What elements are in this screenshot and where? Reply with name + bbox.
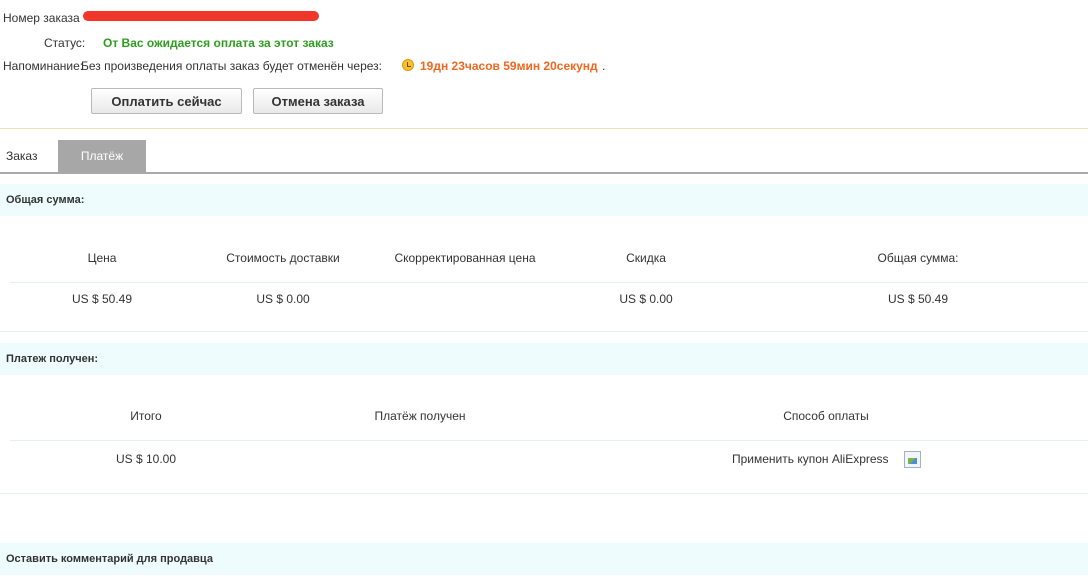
total-row-divider [10, 282, 1088, 283]
total-header-price: Цена [87, 251, 117, 265]
payment-section-title: Платеж получен: [0, 343, 1088, 375]
total-section-bottom [0, 331, 1088, 332]
comment-section-title: Оставить комментарий для продавца [0, 543, 1088, 575]
total-value-shipping: US $ 0.00 [256, 292, 310, 306]
total-value-sum: US $ 50.49 [887, 292, 949, 306]
cancel-order-button[interactable]: Отмена заказа [253, 88, 383, 114]
clock-icon [402, 59, 414, 71]
total-value-price: US $ 50.49 [71, 292, 133, 306]
total-header-shipping: Стоимость доставки [226, 251, 340, 265]
payment-header-total: Итого [130, 409, 162, 423]
tab-order[interactable]: Заказ [0, 140, 58, 173]
broken-image-icon [904, 451, 921, 468]
total-section-title: Общая сумма: [0, 184, 1088, 216]
status-label: Статус: [44, 36, 86, 50]
total-header-discount: Скидка [626, 251, 666, 265]
divider [0, 128, 1088, 129]
countdown-suffix: . [602, 59, 606, 73]
payment-section-bottom [0, 493, 1088, 494]
payment-method-coupon: Применить купон AliExpress [732, 452, 889, 466]
pay-now-button[interactable]: Оплатить сейчас [91, 88, 242, 114]
total-header-adjusted: Скорректированная цена [394, 251, 536, 265]
total-header-sum: Общая сумма: [877, 251, 959, 265]
payment-row-divider [10, 440, 1088, 441]
tab-underline [0, 172, 1088, 174]
reminder-text: Без произведения оплаты заказ будет отме… [81, 59, 383, 73]
reminder-label: Напоминание: [3, 59, 84, 73]
redacted-order-number [83, 11, 319, 21]
tab-payment[interactable]: Платёж [58, 140, 146, 173]
payment-header-received: Платёж получен [374, 409, 466, 423]
order-number-label: Номер заказа [3, 11, 80, 25]
payment-value-total: US $ 10.00 [115, 452, 177, 466]
payment-header-method: Способ оплаты [783, 409, 869, 423]
countdown-timer: 19дн 23часов 59мин 20секунд [420, 59, 598, 73]
status-value: От Вас ожидается оплата за этот заказ [103, 36, 334, 50]
total-value-discount: US $ 0.00 [619, 292, 673, 306]
